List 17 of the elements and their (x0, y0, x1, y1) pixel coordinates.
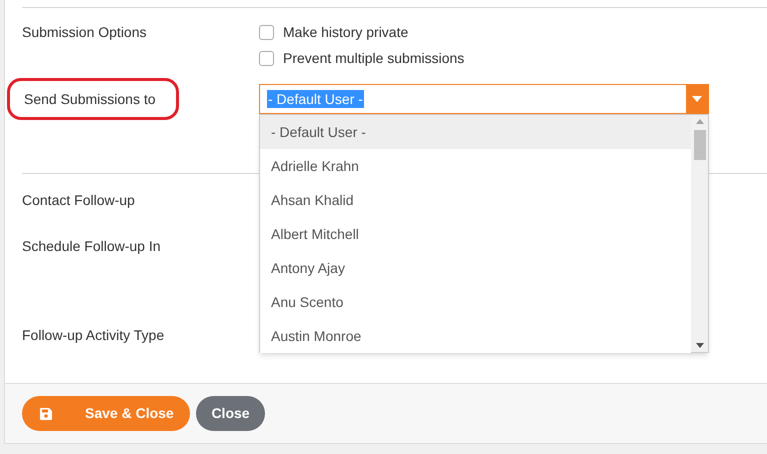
scroll-up-arrow-icon[interactable] (696, 119, 704, 124)
caret-icon (692, 96, 702, 102)
checkbox[interactable] (259, 50, 274, 66)
scroll-down-arrow-icon[interactable] (696, 343, 704, 348)
field-label: Submission Options (22, 23, 148, 42)
field-label: Send Submissions to (24, 90, 156, 109)
checkbox[interactable] (259, 24, 274, 40)
dropdown-option[interactable]: - Default User - (260, 115, 691, 149)
scrollbar[interactable] (691, 115, 708, 352)
close-button[interactable]: Close (196, 396, 265, 431)
dropdown-option[interactable]: Austin Monroe (260, 319, 691, 353)
field-label: Follow-up Activity Type (22, 326, 164, 345)
checkbox-label: Prevent multiple submissions (283, 49, 464, 68)
scrollbar-thumb[interactable] (694, 130, 706, 160)
field-label: Schedule Follow-up In (22, 237, 161, 256)
field-label: Contact Follow-up (22, 191, 135, 210)
checkbox-label: Make history private (283, 23, 408, 42)
